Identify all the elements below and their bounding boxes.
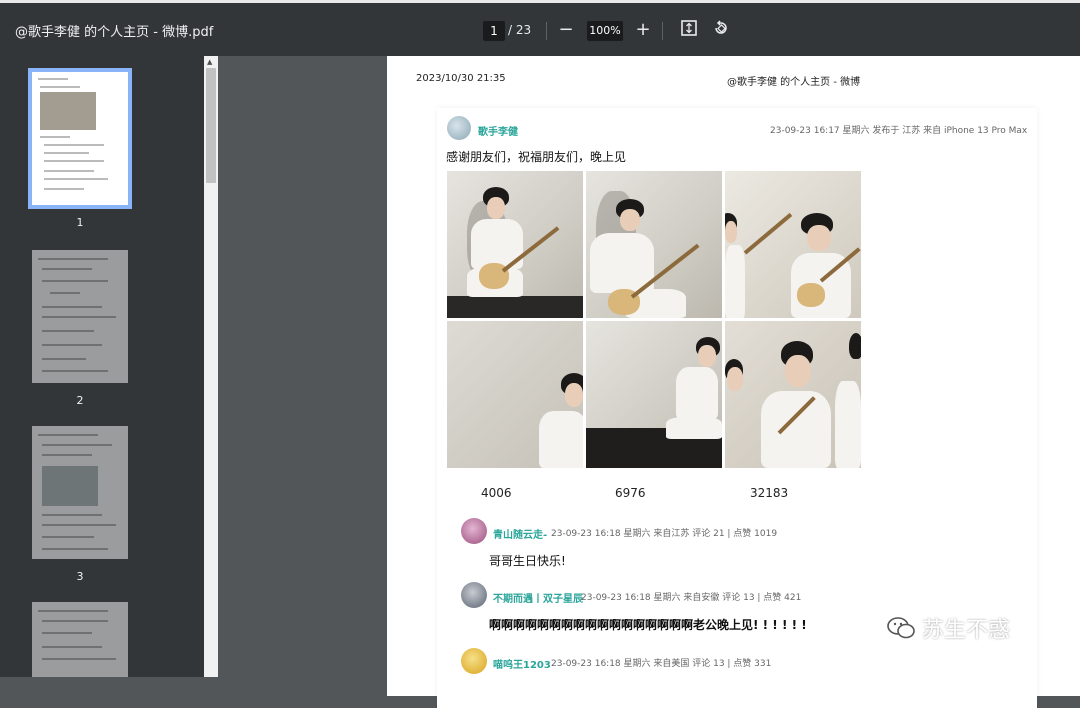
post-photo[interactable]: [586, 171, 722, 318]
thumbnail-sidebar: 1 2 3: [0, 56, 204, 677]
commenter-avatar[interactable]: [461, 518, 487, 544]
document-viewer: 2023/10/30 21:35 @歌手李健 的个人主页 - 微博 歌手李健 2…: [218, 56, 1080, 708]
minus-icon[interactable]: −: [555, 19, 577, 41]
page-thumbnail-2[interactable]: [32, 250, 128, 383]
thumbnail-label: 1: [76, 216, 84, 229]
toolbar-divider: [662, 22, 663, 40]
page-header-date: 2023/10/30 21:35: [416, 73, 506, 84]
document-title: @歌手李健 的个人主页 - 微博.pdf: [15, 25, 214, 40]
sidebar-scrollbar[interactable]: ▲: [204, 56, 218, 677]
comment-count[interactable]: 6976: [615, 486, 646, 500]
comment-meta: 23-09-23 16:18 星期六 来自美国 评论 13 | 点赞 331: [551, 659, 772, 669]
page-thumbnail-4[interactable]: [32, 602, 128, 677]
comment-meta: 23-09-23 16:18 星期六 来自江苏 评论 21 | 点赞 1019: [551, 529, 778, 539]
comment-text: 啊啊啊啊啊啊啊啊啊啊啊啊啊啊啊啊啊老公晚上见! ! ! ! ! !: [489, 618, 807, 632]
scroll-up-icon[interactable]: ▲: [207, 58, 212, 66]
post-photo[interactable]: [725, 171, 861, 318]
commenter-name[interactable]: 不期而遇丨双子星辰: [493, 590, 583, 605]
comment-meta: 23-09-23 16:18 星期六 来自安徽 评论 13 | 点赞 421: [581, 593, 802, 603]
pdf-toolbar: @歌手李健 的个人主页 - 微博.pdf 1 / 23 − 100% +: [0, 0, 1080, 56]
author-avatar[interactable]: [447, 116, 471, 140]
wechat-icon: [887, 617, 915, 639]
commenter-name[interactable]: 喵呜王1203: [493, 656, 551, 671]
post-photo[interactable]: [447, 171, 583, 318]
comment-text: 哥哥生日快乐!: [489, 554, 566, 568]
post-text: 感谢朋友们，祝福朋友们，晚上见: [446, 150, 627, 164]
page-thumbnail-1[interactable]: [28, 68, 132, 209]
scrollbar-thumb[interactable]: [206, 68, 216, 183]
page-total: / 23: [508, 23, 532, 37]
post-photo[interactable]: [586, 321, 722, 468]
commenter-avatar[interactable]: [461, 648, 487, 674]
pdf-page: 2023/10/30 21:35 @歌手李健 的个人主页 - 微博 歌手李健 2…: [387, 56, 1080, 708]
fit-page-icon[interactable]: [678, 19, 700, 41]
post-meta: 23-09-23 16:17 星期六 发布于 江苏 来自 iPhone 13 P…: [770, 126, 1028, 136]
page-header-title: @歌手李健 的个人主页 - 微博: [727, 77, 861, 88]
author-name[interactable]: 歌手李健: [478, 123, 518, 138]
page-thumbnail-3[interactable]: [32, 426, 128, 559]
zoom-input[interactable]: 100%: [587, 21, 623, 41]
toolbar-divider: [546, 22, 547, 40]
post-photo[interactable]: [447, 321, 583, 468]
plus-icon[interactable]: +: [632, 19, 654, 41]
like-count[interactable]: 32183: [750, 486, 788, 500]
page-number-input[interactable]: 1: [483, 21, 505, 41]
commenter-avatar[interactable]: [461, 582, 487, 608]
rotate-icon[interactable]: [710, 19, 732, 41]
thumbnail-label: 2: [76, 394, 84, 407]
repost-count[interactable]: 4006: [481, 486, 512, 500]
thumbnail-label: 3: [76, 570, 84, 583]
post-photo[interactable]: [725, 321, 861, 468]
commenter-name[interactable]: 青山随云走-: [493, 526, 547, 541]
watermark-text: 苏生不惑: [922, 618, 1011, 643]
